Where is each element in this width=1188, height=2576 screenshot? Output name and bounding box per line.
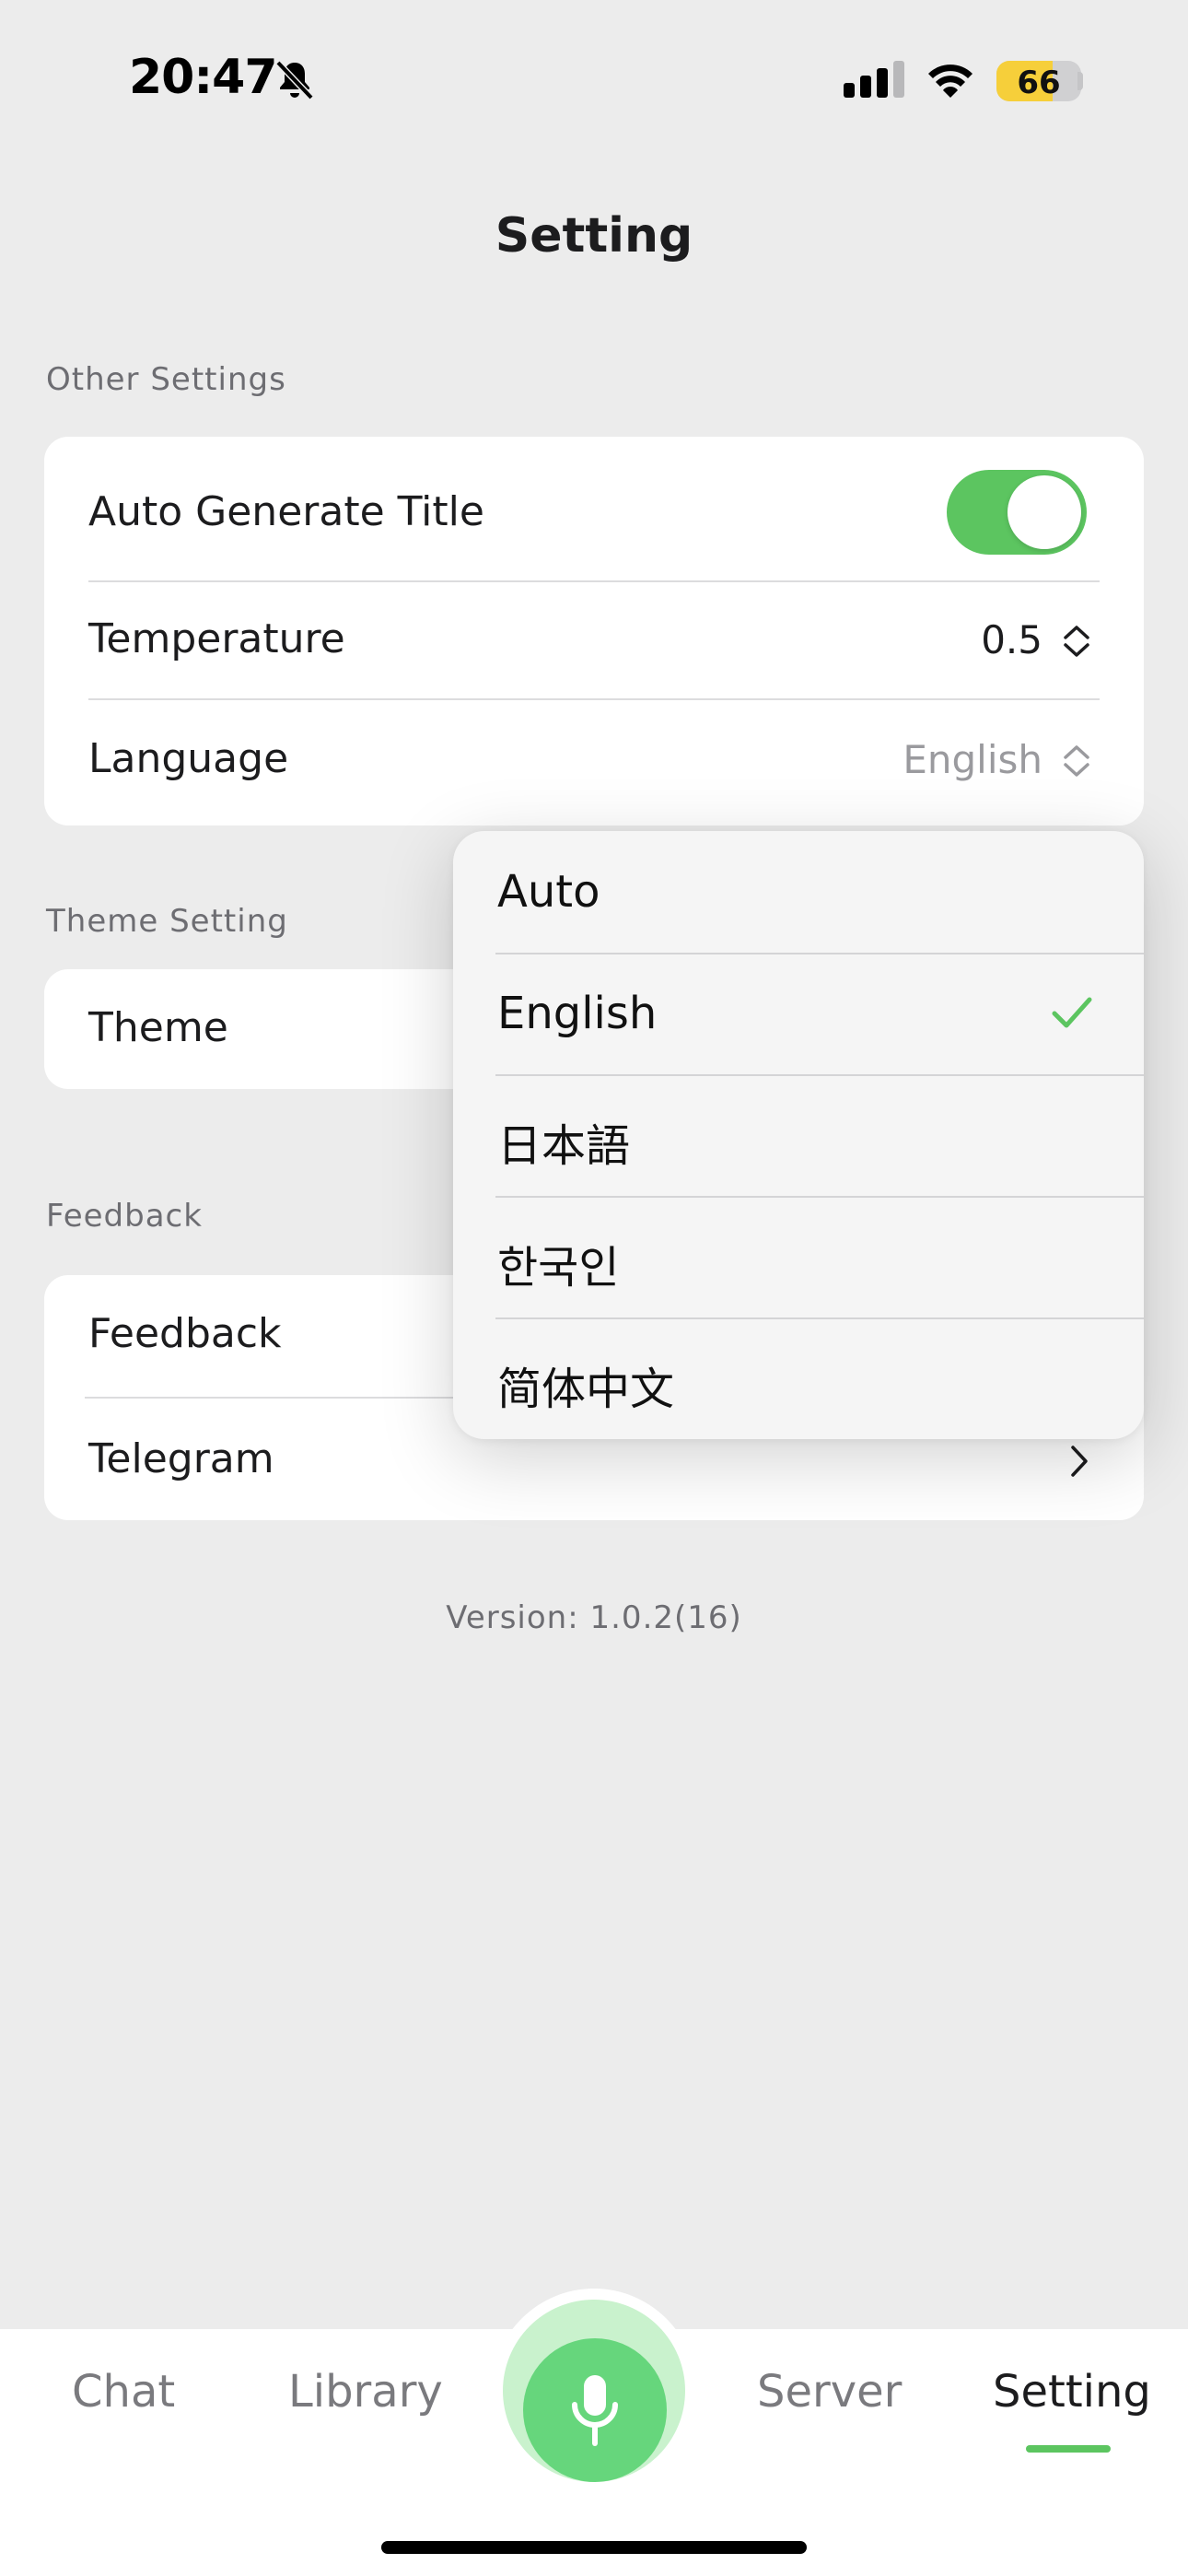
active-tab-indicator [1026, 2445, 1111, 2453]
language-value[interactable]: English [903, 737, 1042, 782]
tab-server[interactable]: Server [757, 2366, 902, 2418]
version-label: Version: 1.0.2(16) [446, 1599, 742, 1636]
section-header-theme-setting: Theme Setting [46, 903, 288, 940]
status-time: 20:47 [129, 50, 278, 105]
menu-item-japanese[interactable]: 日本語 [453, 1074, 1144, 1196]
menu-item-label: Auto [497, 866, 600, 918]
feedback-label[interactable]: Feedback [88, 1310, 282, 1357]
chevron-up-down-icon[interactable] [1061, 623, 1092, 660]
microphone-icon [572, 2375, 618, 2446]
telegram-label[interactable]: Telegram [88, 1435, 274, 1482]
menu-item-label: English [497, 988, 658, 1039]
divider [88, 698, 1100, 700]
battery-percentage: 66 [1017, 64, 1061, 101]
battery-tip [1077, 72, 1083, 90]
wifi-icon [928, 64, 973, 98]
auto-generate-title-toggle[interactable] [947, 470, 1087, 555]
menu-item-english[interactable]: English [453, 953, 1144, 1074]
tab-setting[interactable]: Setting [993, 2366, 1151, 2418]
temperature-label: Temperature [88, 615, 345, 662]
cellular-signal-icon [844, 61, 904, 98]
page-title: Setting [495, 208, 693, 263]
temperature-value[interactable]: 0.5 [981, 617, 1042, 662]
menu-item-auto[interactable]: Auto [453, 831, 1144, 953]
menu-item-label: 한국인 [497, 1242, 620, 1294]
menu-item-label: 日本語 [497, 1120, 631, 1172]
menu-item-simplified-chinese[interactable]: 简体中文 [453, 1317, 1144, 1439]
theme-label: Theme [88, 1004, 228, 1051]
menu-item-korean[interactable]: 한국인 [453, 1196, 1144, 1317]
tab-chat[interactable]: Chat [72, 2366, 175, 2418]
section-header-feedback: Feedback [46, 1198, 203, 1235]
section-header-other-settings: Other Settings [46, 361, 286, 398]
tab-library[interactable]: Library [288, 2366, 443, 2418]
home-indicator [381, 2541, 807, 2554]
language-dropdown-menu[interactable]: Auto English 日本語 한국인 简体中文 [453, 831, 1144, 1439]
auto-generate-title-label: Auto Generate Title [88, 488, 484, 535]
menu-item-label: 简体中文 [497, 1364, 675, 1415]
language-label: Language [88, 735, 289, 782]
chevron-up-down-icon[interactable] [1061, 743, 1092, 779]
bell-slash-icon [275, 60, 314, 100]
chevron-right-icon[interactable] [1068, 1443, 1090, 1480]
divider [88, 580, 1100, 582]
checkmark-icon [1052, 997, 1092, 1028]
battery-icon: 66 [996, 61, 1081, 101]
toggle-knob [1007, 475, 1081, 549]
record-button[interactable] [523, 2338, 667, 2482]
